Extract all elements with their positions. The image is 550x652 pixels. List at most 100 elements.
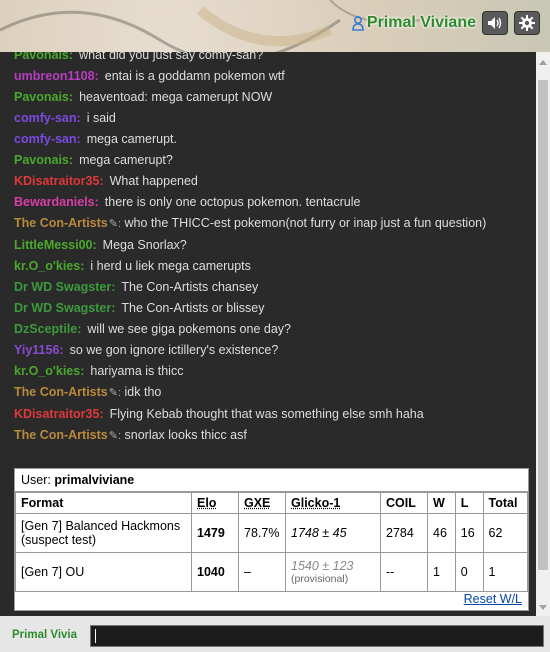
- losses-cell: 0: [454, 552, 484, 592]
- message-username[interactable]: Dr WD Swagster:: [14, 301, 115, 315]
- message-username[interactable]: Bewardaniels:: [14, 195, 99, 209]
- message-text: idk tho: [124, 385, 162, 399]
- message-text: What happened: [109, 174, 198, 188]
- message-text: what did you just say comfy-san?: [79, 52, 264, 62]
- message-username[interactable]: The Con-Artists: [14, 216, 108, 230]
- chat-message: The Con-Artists✎: idk tho: [0, 384, 536, 401]
- message-username[interactable]: Dr WD Swagster:: [14, 280, 115, 294]
- chat-message: kr.O_o'kies: hariyama is thicc: [0, 363, 536, 379]
- elo-cell: 1040: [191, 552, 239, 592]
- message-username[interactable]: Pavonais:: [14, 52, 73, 62]
- message-username[interactable]: KDisatraitor35:: [14, 407, 104, 421]
- message-text: hariyama is thicc: [90, 364, 184, 378]
- chat-message: Pavonais: heaventoad: mega camerupt NOW: [0, 89, 536, 105]
- scroll-up-arrow-icon[interactable]: [539, 60, 547, 65]
- chat-message: umbreon1108: entai is a goddamn pokemon w…: [0, 68, 536, 84]
- col-total: Total: [482, 492, 528, 514]
- message-text: snorlax looks thicc asf: [124, 428, 247, 442]
- message-username[interactable]: LittleMessi00:: [14, 238, 97, 252]
- message-username[interactable]: Pavonais:: [14, 153, 73, 167]
- total-cell: 1: [482, 552, 528, 592]
- col-losses: L: [454, 492, 484, 514]
- pencil-icon: ✎:: [108, 387, 122, 399]
- col-coil: COIL: [380, 492, 428, 514]
- username-label: Primal Viviane: [366, 14, 476, 31]
- glicko-cell: 1748 ± 45: [285, 513, 381, 553]
- user-icon: [352, 15, 364, 31]
- top-bar: Primal Viviane: [0, 0, 550, 52]
- message-username[interactable]: umbreon1108:: [14, 69, 99, 83]
- chat-message: KDisatraitor35: Flying Kebab thought that…: [0, 406, 536, 422]
- chat-input-bar: Primal Vivia: [0, 616, 550, 652]
- message-username[interactable]: The Con-Artists: [14, 428, 108, 442]
- user-menu-button[interactable]: Primal Viviane: [352, 14, 476, 32]
- message-text: i said: [86, 111, 116, 125]
- chat-message: The Con-Artists✎: snorlax looks thicc as…: [0, 427, 536, 444]
- message-username[interactable]: kr.O_o'kies:: [14, 259, 84, 273]
- message-text: Mega Snorlax?: [102, 238, 187, 252]
- chat-scrollbar[interactable]: [536, 52, 550, 616]
- chat-log[interactable]: Pavonais: what did you just say comfy-san…: [0, 52, 536, 616]
- message-text: who the THICC-est pokemon(not furry or i…: [124, 216, 487, 230]
- chat-message: DzSceptile: will we see giga pokemons one…: [0, 321, 536, 337]
- wins-cell: 1: [427, 552, 456, 592]
- col-gxe: GXE: [238, 492, 286, 514]
- user-area: Primal Viviane: [352, 11, 540, 35]
- ranking-user-label: User:: [21, 473, 51, 487]
- scroll-thumb[interactable]: [538, 80, 548, 570]
- wins-cell: 46: [427, 513, 456, 553]
- chat-input[interactable]: [90, 625, 544, 647]
- table-row: [Gen 7] OU 1040 – 1540 ± 123 (provisiona…: [15, 552, 528, 592]
- speaker-icon: [488, 17, 502, 29]
- losses-cell: 16: [454, 513, 484, 553]
- message-text: will we see giga pokemons one day?: [87, 322, 291, 336]
- message-username[interactable]: comfy-san:: [14, 132, 81, 146]
- gxe-cell: 78.7%: [238, 513, 286, 553]
- table-row: [Gen 7] Balanced Hackmons (suspect test)…: [15, 513, 528, 553]
- text-caret: [95, 628, 96, 643]
- chat-message: Pavonais: what did you just say comfy-san…: [0, 52, 536, 63]
- provisional-note: (provisional): [291, 573, 349, 585]
- message-username[interactable]: Pavonais:: [14, 90, 73, 104]
- message-text: The Con-Artists or blissey: [121, 301, 265, 315]
- pencil-icon: ✎:: [108, 218, 122, 230]
- message-text: i herd u liek mega camerupts: [90, 259, 251, 273]
- format-cell: [Gen 7] Balanced Hackmons (suspect test): [15, 513, 192, 553]
- message-text: there is only one octopus pokemon. tenta…: [104, 195, 361, 209]
- message-text: mega camerupt?: [79, 153, 173, 167]
- chat-message: Yiy1156: so we gon ignore ictillery's exi…: [0, 342, 536, 358]
- message-text: The Con-Artists chansey: [121, 280, 259, 294]
- message-username[interactable]: comfy-san:: [14, 111, 81, 125]
- chat-message: comfy-san: i said: [0, 110, 536, 126]
- reset-wl-link[interactable]: Reset W/L: [464, 592, 522, 606]
- chat-message: The Con-Artists✎: who the THICC-est poke…: [0, 215, 536, 232]
- coil-cell: 2784: [380, 513, 428, 553]
- chat-message: LittleMessi00: Mega Snorlax?: [0, 237, 536, 253]
- message-list: Pavonais: what did you just say comfy-san…: [0, 52, 536, 449]
- message-username[interactable]: KDisatraitor35:: [14, 174, 104, 188]
- settings-button[interactable]: [514, 11, 540, 35]
- scroll-down-arrow-icon[interactable]: [539, 605, 547, 610]
- total-cell: 62: [482, 513, 528, 553]
- glicko-cell: 1540 ± 123 (provisional): [285, 552, 381, 592]
- message-username[interactable]: kr.O_o'kies:: [14, 364, 84, 378]
- col-glicko: Glicko-1: [285, 492, 381, 514]
- sound-button[interactable]: [482, 11, 508, 35]
- message-text: so we gon ignore ictillery's existence?: [69, 343, 279, 357]
- gear-icon: [519, 15, 535, 31]
- coil-cell: --: [380, 552, 428, 592]
- message-username[interactable]: The Con-Artists: [14, 385, 108, 399]
- col-format: Format: [15, 492, 192, 514]
- message-username[interactable]: DzSceptile:: [14, 322, 81, 336]
- chat-message: kr.O_o'kies: i herd u liek mega camerupts: [0, 258, 536, 274]
- message-text: entai is a goddamn pokemon wtf: [104, 69, 285, 83]
- gxe-cell: –: [238, 552, 286, 592]
- format-cell: [Gen 7] OU: [15, 552, 192, 592]
- message-username[interactable]: Yiy1156:: [14, 343, 64, 357]
- col-wins: W: [427, 492, 456, 514]
- ranking-table: Format Elo GXE Glicko-1 COIL W L Total […: [15, 492, 528, 592]
- ranking-user-line: User: primalviviane: [15, 469, 528, 492]
- message-text: Flying Kebab thought that was something …: [109, 407, 424, 421]
- chat-message: Dr WD Swagster: The Con-Artists chansey: [0, 279, 536, 295]
- chat-message: KDisatraitor35: What happened: [0, 173, 536, 189]
